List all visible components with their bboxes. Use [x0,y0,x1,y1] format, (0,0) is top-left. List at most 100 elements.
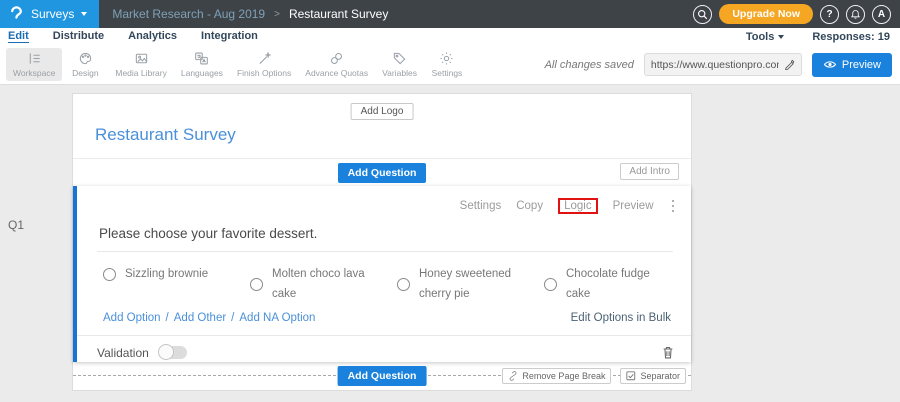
radio-button[interactable] [103,268,116,281]
tools-label: Tools [746,31,775,43]
preview-button[interactable]: Preview [812,53,892,77]
question-copy-link[interactable]: Copy [516,200,543,212]
edit-options-in-bulk-link[interactable]: Edit Options in Bulk [571,312,671,324]
radio-button[interactable] [250,278,263,291]
remove-page-break-button[interactable]: Remove Page Break [502,368,611,384]
question-block: Settings Copy Logic Preview Please choos… [73,186,691,362]
survey-title[interactable]: Restaurant Survey [95,125,236,145]
answer-option: Sizzling brownie [103,265,250,285]
surveys-menu-label: Surveys [31,7,74,21]
trash-icon [661,345,675,360]
breadcrumb-current: Restaurant Survey [289,7,388,21]
chevron-down-icon [81,12,87,16]
tools-menu[interactable]: Tools [746,31,785,43]
workspace-icon [27,51,42,66]
tab-integration[interactable]: Integration [201,30,258,43]
option-label[interactable]: Sizzling brownie [125,265,208,285]
toolbar-item-design[interactable]: Design [62,48,108,81]
survey-header: Add Logo Restaurant Survey [73,94,691,159]
option-label[interactable]: Honey sweetened cherry pie [419,265,524,304]
question-preview-link[interactable]: Preview [613,200,654,212]
page-break-row: Add Question Remove Page Break Separator [73,362,691,390]
search-button[interactable] [693,5,712,24]
topbar-actions: Upgrade Now ? A [693,4,900,24]
toolbar-label: Settings [432,68,463,78]
question-actions: Settings Copy Logic Preview [77,186,691,214]
breadcrumb-separator: > [274,9,280,20]
toolbar-item-languages[interactable]: Languages [174,48,230,81]
add-logo-button[interactable]: Add Logo [351,103,414,120]
radio-button[interactable] [544,278,557,291]
question-text[interactable]: Please choose your favorite dessert. [99,226,671,241]
surveys-product-menu[interactable]: Surveys [0,0,99,28]
more-options-icon[interactable] [669,200,678,213]
toolbar-label: Design [72,68,98,78]
toolbar-item-media-library[interactable]: Media Library [108,48,174,81]
add-question-row: Add Question Add Intro [73,159,691,186]
survey-toolbar: Workspace Design Media Library Languages… [0,45,900,85]
page-break-actions: Remove Page Break Separator [502,368,686,384]
checkbox-checked-icon [626,371,636,381]
toolbar-item-variables[interactable]: Variables [375,48,424,81]
breadcrumb: Market Research - Aug 2019 > Restaurant … [112,7,388,21]
survey-url-field[interactable]: https://www.questionpro.com/t/APNrfZ [644,53,802,76]
answer-option: Molten choco lava cake [250,265,397,304]
broken-link-icon [508,371,518,381]
add-question-button-top[interactable]: Add Question [338,163,427,183]
link-separator: / [231,312,234,324]
gear-icon [439,51,454,66]
avatar-initial: A [878,9,885,20]
separator-toggle-button[interactable]: Separator [620,368,686,384]
survey-url-value: https://www.questionpro.com/t/APNrfZ [651,59,779,71]
preview-label: Preview [842,59,881,71]
editor-canvas: Q1 Add Logo Restaurant Survey Add Questi… [0,85,900,402]
menu-right: Tools Responses: 19 [746,31,900,43]
separator-label: Separator [640,371,680,381]
question-text-field[interactable]: Please choose your favorite dessert. [97,222,673,252]
toolbar-item-finish-options[interactable]: Finish Options [230,48,298,81]
help-button[interactable]: ? [820,5,839,24]
tab-analytics[interactable]: Analytics [128,30,177,43]
remove-page-break-label: Remove Page Break [522,371,605,381]
validation-label: Validation [97,346,149,360]
quota-links-icon [329,51,344,66]
menu-bar: Edit Distribute Analytics Integration To… [0,28,900,45]
toolbar-label: Variables [382,68,417,78]
toolbar-right: All changes saved https://www.questionpr… [545,53,900,77]
option-label[interactable]: Chocolate fudge cake [566,265,671,304]
translate-icon [194,51,209,66]
add-intro-button[interactable]: Add Intro [620,163,679,180]
toolbar-label: Advance Quotas [305,68,368,78]
responses-count[interactable]: Responses: 19 [812,31,890,43]
question-logic-link[interactable]: Logic [558,198,598,214]
validation-toggle[interactable] [159,346,187,359]
link-separator: / [166,312,169,324]
top-bar: Surveys Market Research - Aug 2019 > Res… [0,0,900,28]
add-option-link[interactable]: Add Option [103,312,161,324]
save-status: All changes saved [545,59,634,71]
wand-icon [257,51,272,66]
add-other-link[interactable]: Add Other [174,312,226,324]
toolbar-item-workspace[interactable]: Workspace [6,48,62,81]
question-settings-link[interactable]: Settings [460,200,502,212]
toolbar-item-settings[interactable]: Settings [424,48,470,81]
notifications-button[interactable] [846,5,865,24]
option-label[interactable]: Molten choco lava cake [272,265,377,304]
tab-edit[interactable]: Edit [8,30,29,43]
toolbar-label: Workspace [13,68,55,78]
image-icon [134,51,149,66]
radio-button[interactable] [397,278,410,291]
tab-distribute[interactable]: Distribute [53,30,104,43]
add-na-option-link[interactable]: Add NA Option [239,312,315,324]
toolbar-item-advance-quotas[interactable]: Advance Quotas [298,48,375,81]
breadcrumb-folder[interactable]: Market Research - Aug 2019 [112,7,265,21]
delete-question-button[interactable] [661,345,675,360]
validation-row: Validation [77,335,691,360]
survey-card: Add Logo Restaurant Survey Add Question … [72,93,692,391]
upgrade-now-button[interactable]: Upgrade Now [719,4,813,24]
pencil-icon[interactable] [784,59,795,70]
toolbar-label: Media Library [115,68,167,78]
add-question-button-bottom[interactable]: Add Question [338,366,427,386]
toggle-knob [158,344,174,360]
account-avatar[interactable]: A [872,5,891,24]
